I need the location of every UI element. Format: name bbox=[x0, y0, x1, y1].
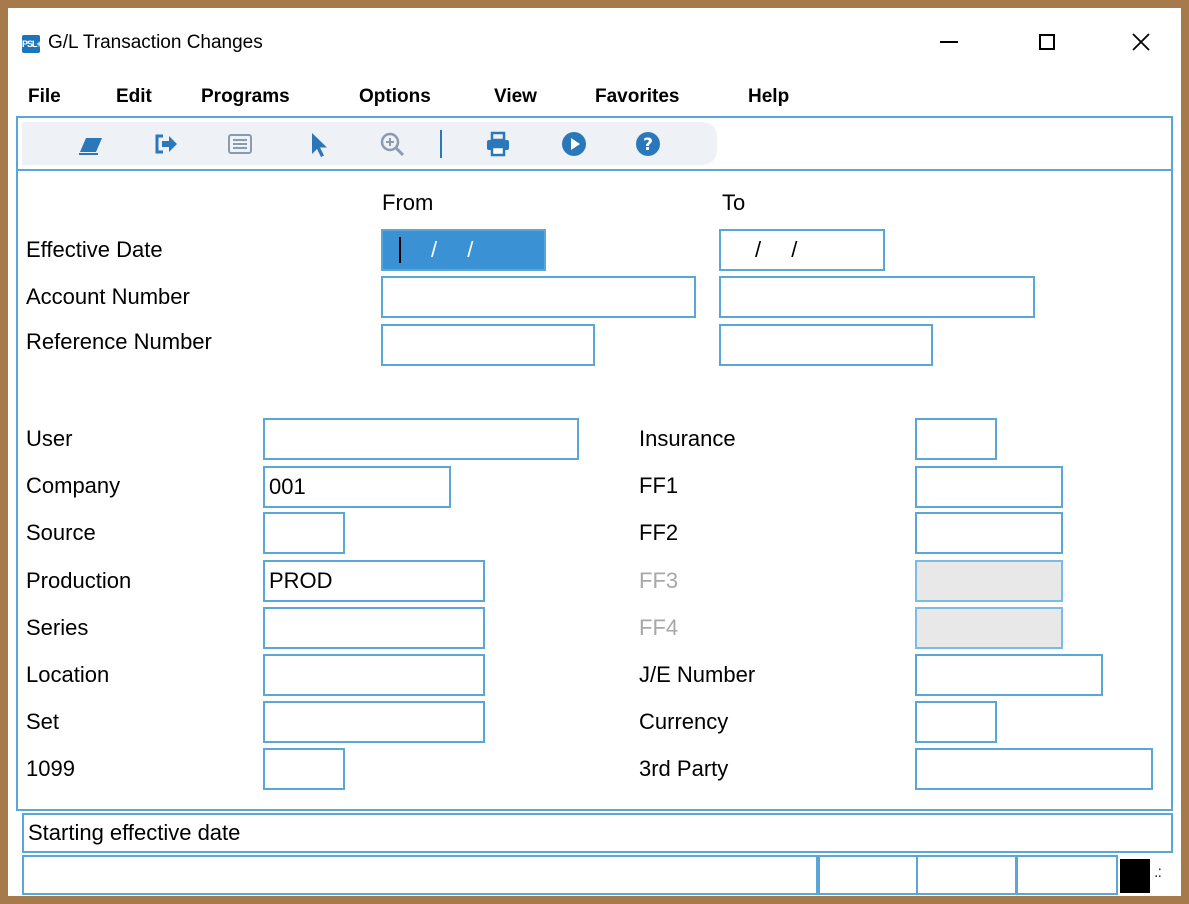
company-field[interactable] bbox=[263, 466, 451, 508]
menu-file[interactable]: File bbox=[28, 86, 61, 108]
reference-number-from-field[interactable] bbox=[381, 324, 595, 366]
je-number-field[interactable] bbox=[915, 654, 1103, 696]
exit-button[interactable] bbox=[146, 126, 186, 162]
location-label: Location bbox=[26, 662, 110, 687]
menu-options[interactable]: Options bbox=[359, 86, 431, 108]
svg-text:?: ? bbox=[643, 135, 653, 155]
ff2-field[interactable] bbox=[915, 512, 1063, 554]
series-label: Series bbox=[26, 615, 89, 640]
status-message: Starting effective date bbox=[22, 813, 1173, 853]
insurance-field[interactable] bbox=[915, 418, 997, 460]
source-field[interactable] bbox=[263, 512, 345, 554]
title-bar: PSL+ G/L Transaction Changes bbox=[8, 8, 1181, 80]
eraser-icon bbox=[79, 138, 102, 155]
ff3-label: FF3 bbox=[639, 568, 679, 593]
insurance-label: Insurance bbox=[639, 426, 736, 451]
status-panel-2 bbox=[818, 855, 918, 895]
production-field[interactable] bbox=[263, 560, 485, 602]
zoom-icon bbox=[380, 132, 405, 157]
je-number-label: J/E Number bbox=[639, 662, 756, 687]
app-window: PSL+ G/L Transaction Changes File Edit P… bbox=[8, 8, 1181, 896]
set-field[interactable] bbox=[263, 701, 485, 743]
menu-view[interactable]: View bbox=[494, 86, 537, 108]
account-number-label: Account Number bbox=[26, 284, 190, 309]
reference-number-to-field[interactable] bbox=[719, 324, 933, 366]
app-icon: PSL+ bbox=[22, 35, 42, 53]
third-party-field[interactable] bbox=[915, 748, 1153, 790]
set-label: Set bbox=[26, 709, 60, 734]
effective-date-to-value: / / bbox=[755, 237, 798, 262]
toolbar-separator bbox=[440, 130, 442, 158]
currency-field[interactable] bbox=[915, 701, 997, 743]
list-button[interactable] bbox=[220, 126, 260, 162]
zoom-button[interactable] bbox=[372, 126, 412, 162]
run-button[interactable] bbox=[554, 126, 594, 162]
print-button[interactable] bbox=[478, 126, 518, 162]
effective-date-to-field[interactable]: / / bbox=[719, 229, 885, 271]
toolbar-frame: ? bbox=[16, 116, 1173, 171]
minimize-icon bbox=[940, 41, 958, 43]
toolbar: ? bbox=[22, 122, 717, 165]
status-indicator bbox=[1120, 859, 1150, 893]
menu-favorites[interactable]: Favorites bbox=[595, 86, 679, 108]
ff1-label: FF1 bbox=[639, 473, 679, 498]
effective-date-from-field[interactable]: / / bbox=[381, 229, 546, 271]
menu-edit[interactable]: Edit bbox=[116, 86, 152, 108]
ff4-field bbox=[915, 607, 1063, 649]
production-label: Production bbox=[26, 568, 132, 593]
help-button[interactable]: ? bbox=[628, 126, 668, 162]
currency-label: Currency bbox=[639, 709, 729, 734]
reference-number-label: Reference Number bbox=[26, 329, 212, 354]
status-panel-main bbox=[22, 855, 818, 895]
minimize-button[interactable] bbox=[926, 22, 972, 62]
menu-programs[interactable]: Programs bbox=[201, 86, 290, 108]
effective-date-label: Effective Date bbox=[26, 237, 163, 262]
run-icon bbox=[562, 132, 586, 156]
source-label: Source bbox=[26, 520, 96, 545]
close-button[interactable] bbox=[1118, 22, 1164, 62]
from-header: From bbox=[382, 190, 434, 215]
effective-date-from-value: / / bbox=[431, 237, 474, 262]
series-field[interactable] bbox=[263, 607, 485, 649]
close-icon bbox=[1132, 33, 1150, 51]
ff4-label: FF4 bbox=[639, 615, 679, 640]
maximize-button[interactable] bbox=[1024, 22, 1070, 62]
location-field[interactable] bbox=[263, 654, 485, 696]
form1099-field[interactable] bbox=[263, 748, 345, 790]
resize-grip-icon[interactable]: .: bbox=[1154, 864, 1162, 882]
window-title: G/L Transaction Changes bbox=[48, 32, 263, 53]
ff2-label: FF2 bbox=[639, 520, 679, 545]
status-panel-4 bbox=[1016, 855, 1118, 895]
select-button[interactable] bbox=[298, 126, 338, 162]
list-icon bbox=[228, 134, 252, 154]
text-caret bbox=[399, 237, 401, 263]
account-number-to-field[interactable] bbox=[719, 276, 1035, 318]
pointer-icon bbox=[312, 133, 327, 157]
exit-icon bbox=[155, 134, 177, 154]
to-header: To bbox=[722, 190, 746, 215]
account-number-from-field[interactable] bbox=[381, 276, 696, 318]
maximize-icon bbox=[1039, 34, 1055, 50]
third-party-label: 3rd Party bbox=[639, 756, 729, 781]
menu-bar: File Edit Programs Options View Favorite… bbox=[8, 80, 1181, 116]
company-label: Company bbox=[26, 473, 121, 498]
menu-help[interactable]: Help bbox=[748, 86, 789, 108]
clear-button[interactable] bbox=[70, 126, 110, 162]
user-field[interactable] bbox=[263, 418, 579, 460]
ff3-field bbox=[915, 560, 1063, 602]
print-icon bbox=[487, 131, 509, 157]
status-panel-3 bbox=[916, 855, 1017, 895]
form1099-label: 1099 bbox=[26, 756, 75, 781]
user-label: User bbox=[26, 426, 73, 451]
help-icon: ? bbox=[636, 132, 660, 156]
ff1-field[interactable] bbox=[915, 466, 1063, 508]
